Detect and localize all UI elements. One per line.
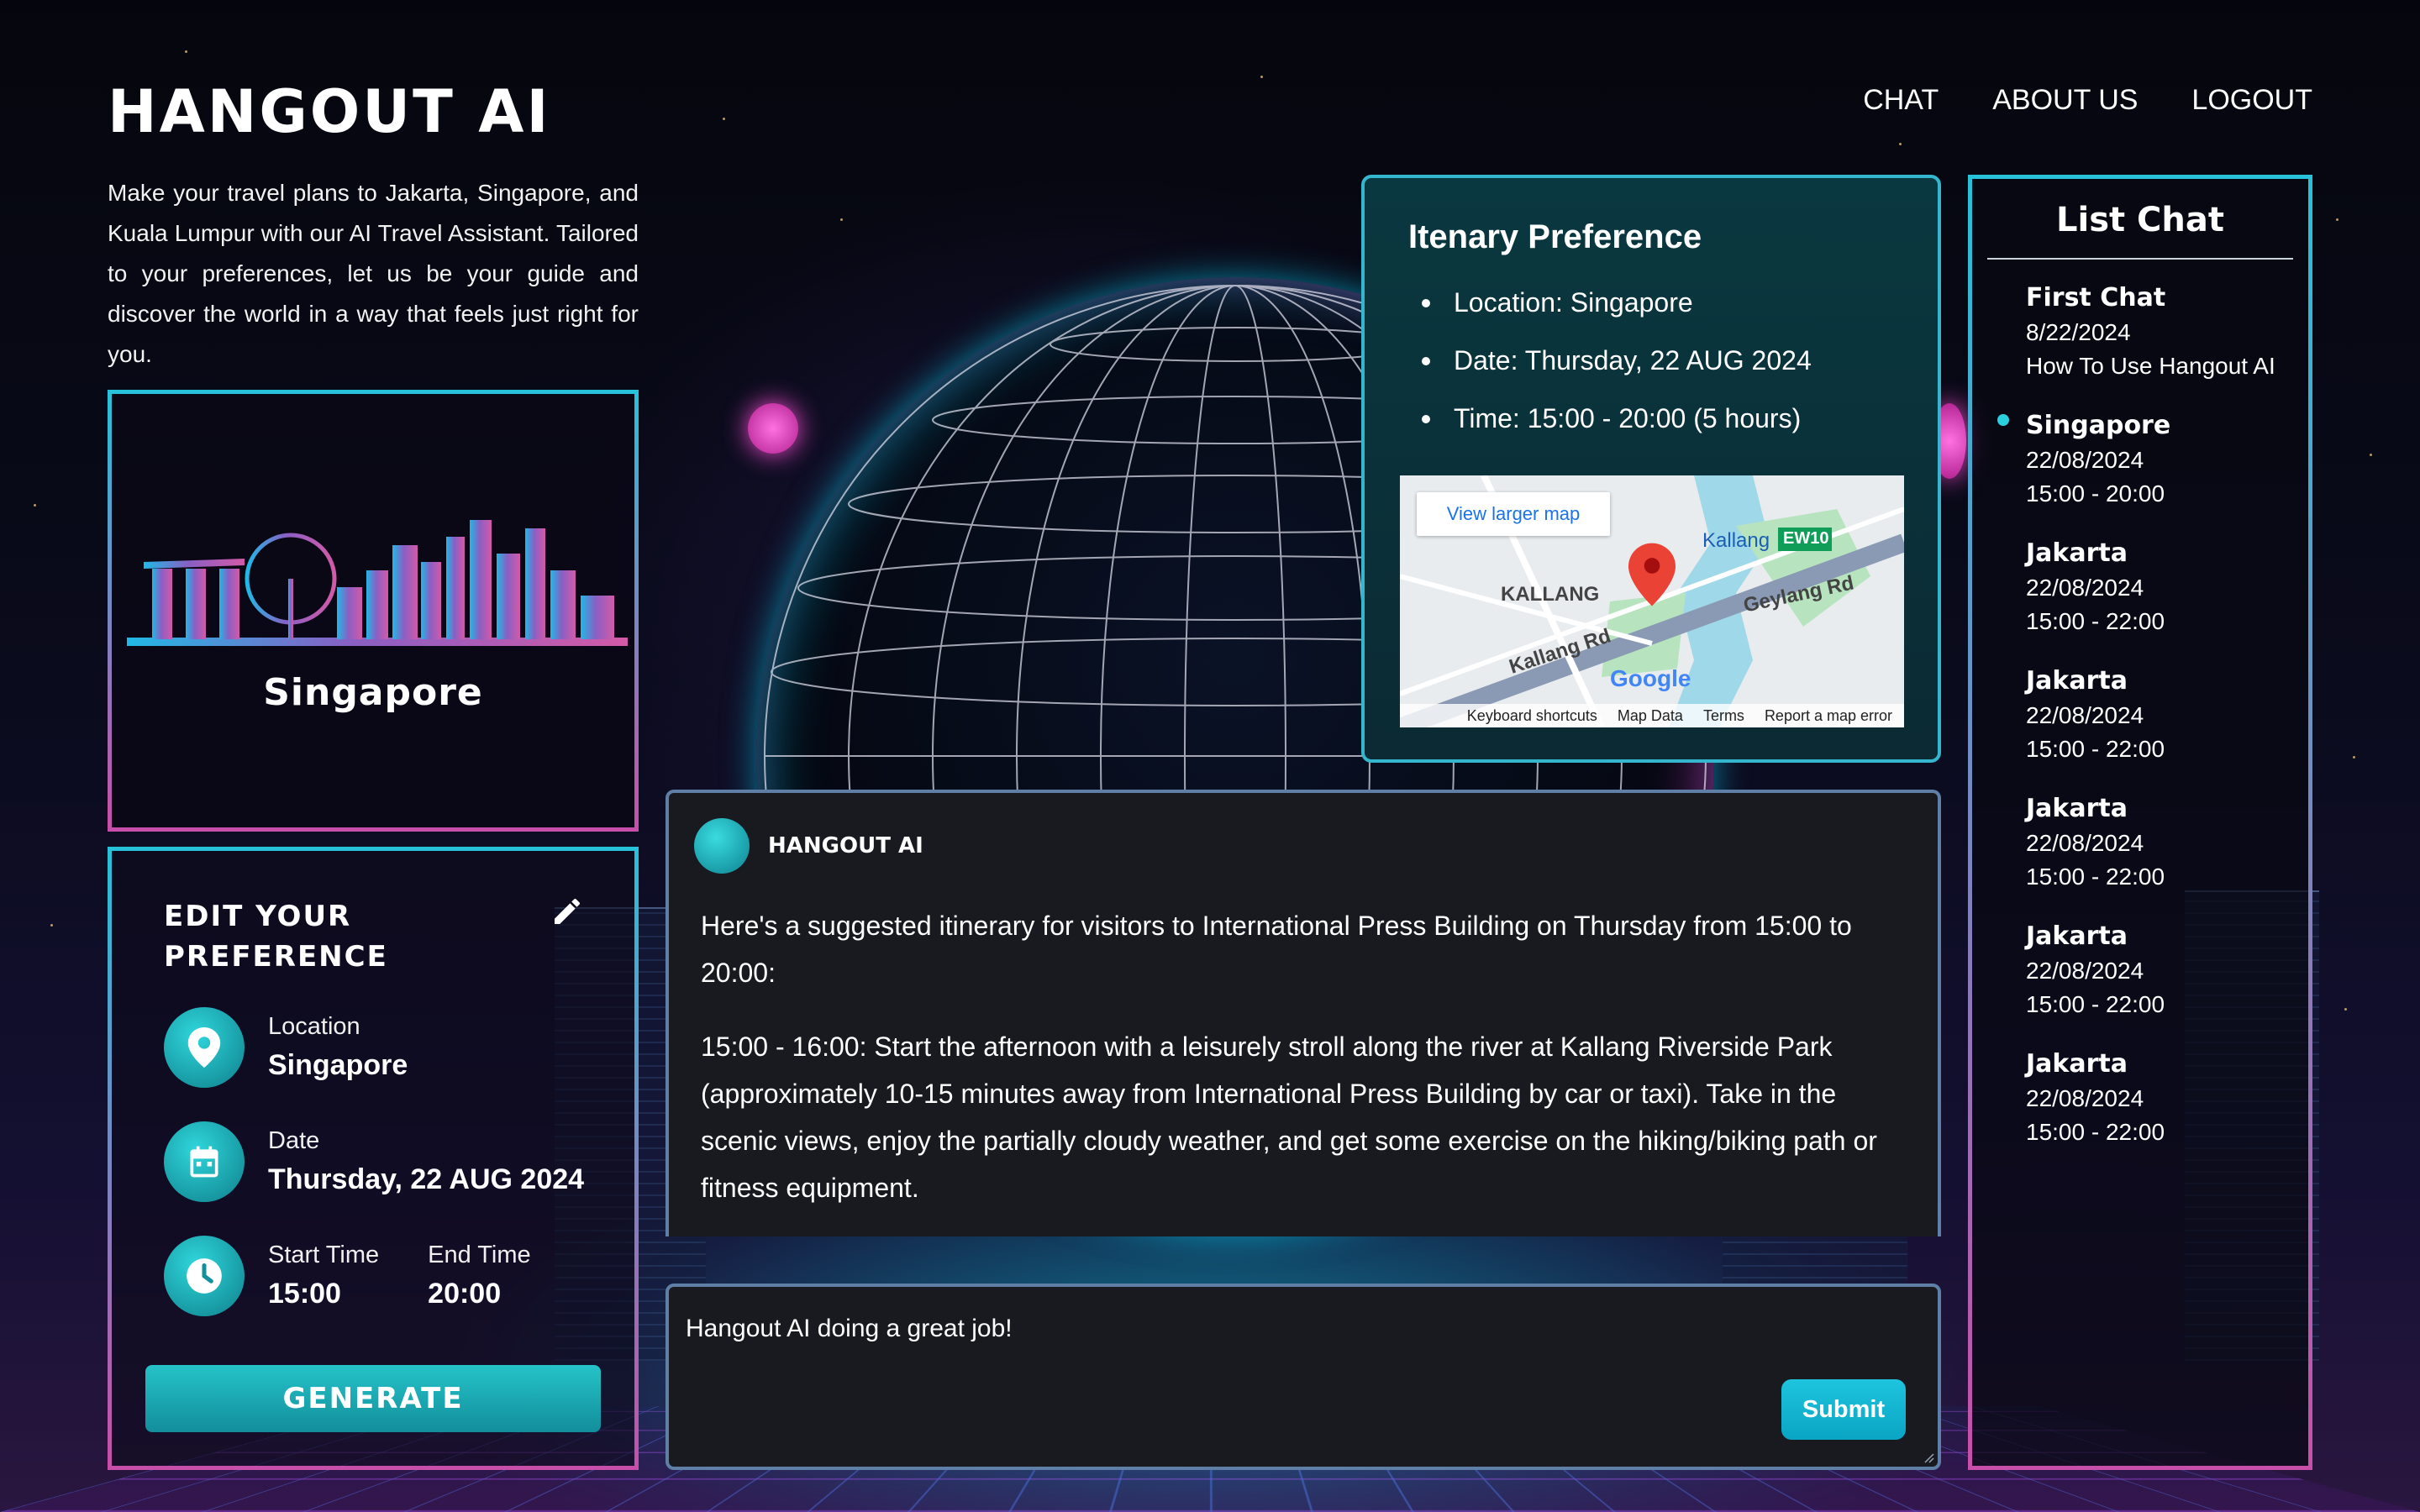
map-label-kallang: KALLANG	[1501, 583, 1600, 606]
pencil-icon[interactable]	[550, 895, 584, 928]
chat-list-item[interactable]: Jakarta 22/08/2024 15:00 - 22:00	[2026, 794, 2295, 890]
map-label-ew10: EW10	[1783, 529, 1829, 548]
brand-logo[interactable]: HANGOUT AI	[108, 77, 551, 146]
start-time-value: 15:00	[268, 1278, 341, 1310]
chat-item-detail: 15:00 - 20:00	[2026, 480, 2165, 507]
chat-item-name: Jakarta	[2026, 1049, 2128, 1079]
map-report-error-link[interactable]: Report a map error	[1765, 707, 1892, 725]
chat-list-item[interactable]: Jakarta 22/08/2024 15:00 - 22:00	[2026, 538, 2295, 635]
chat-item-name: Jakarta	[2026, 538, 2128, 568]
chat-list-item[interactable]: Singapore 22/08/2024 15:00 - 20:00	[2026, 411, 2295, 507]
map-data-link[interactable]: Map Data	[1618, 707, 1683, 725]
chat-input-box: Submit	[666, 1284, 1941, 1470]
itinerary-time: Time: 15:00 - 20:00 (5 hours)	[1408, 403, 1812, 434]
nav-about-us[interactable]: ABOUT US	[1992, 84, 2138, 117]
avatar	[694, 818, 750, 874]
chat-input[interactable]	[686, 1304, 1694, 1354]
preference-title: EDIT YOUR PREFERENCE	[164, 900, 388, 974]
chat-item-name: Singapore	[2026, 411, 2171, 440]
location-row[interactable]: Location Singapore	[164, 1007, 408, 1088]
itinerary-card: Itenary Preference Location: Singapore D…	[1361, 175, 1941, 763]
main-nav: CHAT ABOUT US LOGOUT	[1863, 84, 2312, 117]
chat-message: 15:00 - 16:00: Start the afternoon with …	[701, 1032, 1877, 1203]
chat-item-name: Jakarta	[2026, 921, 2128, 951]
calendar-icon	[164, 1121, 245, 1202]
date-label: Date	[268, 1127, 320, 1154]
chat-list-item[interactable]: Jakarta 22/08/2024 15:00 - 22:00	[2026, 666, 2295, 763]
divider	[1987, 258, 2293, 260]
view-larger-map-link[interactable]: View larger map	[1417, 492, 1610, 536]
chat-item-date: 22/08/2024	[2026, 447, 2144, 473]
start-time-label: Start Time	[268, 1242, 380, 1268]
nav-logout[interactable]: LOGOUT	[2191, 84, 2312, 117]
nav-chat[interactable]: CHAT	[1863, 84, 1939, 117]
location-pin-icon	[164, 1007, 245, 1088]
map-footer: Keyboard shortcuts Map Data Terms Report…	[1400, 704, 1904, 727]
city-card: Singapore	[108, 390, 639, 832]
chat-sender: HANGOUT AI	[694, 818, 923, 874]
end-time-label: End Time	[428, 1242, 531, 1268]
chat-item-date: 22/08/2024	[2026, 575, 2144, 601]
chat-item-date: 22/08/2024	[2026, 1085, 2144, 1111]
date-row[interactable]: Date Thursday, 22 AUG 2024	[164, 1121, 584, 1202]
active-chat-indicator	[1997, 414, 2009, 426]
time-row[interactable]: Start Time 15:00 End Time 20:00	[164, 1236, 531, 1316]
chat-item-detail: 15:00 - 22:00	[2026, 736, 2165, 762]
clock-icon	[164, 1236, 245, 1316]
chat-message-body: Here's a suggested itinerary for visitor…	[701, 902, 1911, 1236]
map-embed[interactable]: View larger map KALLANG Kallang EW10 Gey…	[1400, 475, 1904, 727]
chat-item-detail: 15:00 - 22:00	[2026, 864, 2165, 890]
chat-item-name: Jakarta	[2026, 794, 2128, 823]
chat-panel[interactable]: HANGOUT AI Here's a suggested itinerary …	[666, 790, 1941, 1236]
itinerary-list: Location: Singapore Date: Thursday, 22 A…	[1408, 287, 1812, 461]
location-value: Singapore	[268, 1049, 408, 1081]
google-logo: Google	[1610, 665, 1691, 691]
map-terms-link[interactable]: Terms	[1703, 707, 1744, 725]
date-value: Thursday, 22 AUG 2024	[268, 1163, 585, 1195]
chat-item-detail: How To Use Hangout AI	[2026, 353, 2275, 379]
sender-name: HANGOUT AI	[768, 833, 923, 858]
chat-item-date: 22/08/2024	[2026, 958, 2144, 984]
chat-item-date: 22/08/2024	[2026, 830, 2144, 856]
itinerary-title: Itenary Preference	[1408, 218, 1702, 255]
chat-list-item[interactable]: Jakarta 22/08/2024 15:00 - 22:00	[2026, 921, 2295, 1018]
map-label-kallang-station: Kallang	[1702, 529, 1770, 552]
map-marker-icon	[1628, 543, 1676, 606]
chat-item-name: Jakarta	[2026, 666, 2128, 696]
chat-message: Here's a suggested itinerary for visitor…	[701, 911, 1852, 988]
location-label: Location	[268, 1013, 360, 1040]
chat-item-date: 22/08/2024	[2026, 702, 2144, 728]
intro-text: Make your travel plans to Jakarta, Singa…	[108, 180, 639, 367]
map-keyboard-shortcuts[interactable]: Keyboard shortcuts	[1467, 707, 1597, 725]
chat-list-title: List Chat	[2056, 201, 2224, 239]
singapore-skyline-image	[127, 520, 628, 646]
chat-item-date: 8/22/2024	[2026, 319, 2131, 345]
chat-item-name: First Chat	[2026, 283, 2166, 312]
generate-button[interactable]: GENERATE	[145, 1365, 601, 1432]
preference-card: EDIT YOUR PREFERENCE Location Singapore …	[108, 847, 639, 1470]
chat-item-detail: 15:00 - 22:00	[2026, 608, 2165, 634]
chat-item-detail: 15:00 - 22:00	[2026, 1119, 2165, 1145]
chat-item-detail: 15:00 - 22:00	[2026, 991, 2165, 1017]
itinerary-date: Date: Thursday, 22 AUG 2024	[1408, 345, 1812, 376]
chat-list-item[interactable]: First Chat 8/22/2024 How To Use Hangout …	[2026, 283, 2295, 380]
submit-button[interactable]: Submit	[1781, 1379, 1906, 1440]
chat-list-item[interactable]: Jakarta 22/08/2024 15:00 - 22:00	[2026, 1049, 2295, 1146]
chat-list-panel: List Chat First Chat 8/22/2024 How To Us…	[1968, 175, 2312, 1470]
itinerary-location: Location: Singapore	[1408, 287, 1812, 318]
city-name: Singapore	[263, 671, 483, 714]
resize-handle-icon[interactable]	[1921, 1450, 1934, 1463]
end-time-value: 20:00	[428, 1278, 502, 1310]
